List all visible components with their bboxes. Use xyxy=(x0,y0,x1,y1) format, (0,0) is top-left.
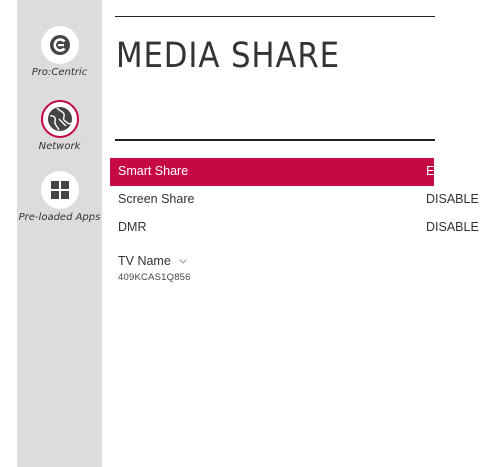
page-title: MEDIA SHARE xyxy=(116,36,341,76)
setting-label: Smart Share xyxy=(118,164,189,178)
sidebar-item-label: Network xyxy=(38,141,81,152)
setting-row-dmr[interactable]: DMR DISABLE xyxy=(110,214,489,242)
settings-list: Smart Share ENABLE Screen Share DISABLE … xyxy=(110,158,489,242)
setting-value: DISABLE xyxy=(426,220,479,234)
grid-icon xyxy=(40,171,79,209)
chevron-down-icon xyxy=(179,251,188,269)
sidebar-item-network[interactable]: Network xyxy=(17,100,102,152)
tv-name-value: 409KCAS1Q856 xyxy=(118,272,191,283)
setting-label: Screen Share xyxy=(118,192,195,206)
title-bottom-divider xyxy=(115,139,435,141)
sidebar-item-label: Pre-loaded Apps xyxy=(18,212,101,223)
setting-row-screen-share[interactable]: Screen Share DISABLE xyxy=(110,186,489,214)
setting-label: DMR xyxy=(118,220,147,234)
setting-row-smart-share[interactable]: Smart Share ENABLE xyxy=(110,158,434,186)
sidebar-item-procentric[interactable]: Pro:Centric xyxy=(17,26,102,78)
setting-value: DISABLE xyxy=(426,192,479,206)
sidebar: Pro:Centric Network Pre-loaded Apps xyxy=(17,0,102,467)
setting-value: ENABLE xyxy=(426,164,434,178)
sidebar-item-preloaded-apps[interactable]: Pre-loaded Apps xyxy=(17,171,102,223)
tv-name-setting[interactable]: TV Name 409KCAS1Q856 xyxy=(118,251,191,283)
tv-name-label: TV Name xyxy=(118,254,171,268)
sidebar-item-label: Pro:Centric xyxy=(31,67,88,78)
procentric-icon xyxy=(40,26,79,64)
title-top-divider xyxy=(115,16,435,17)
globe-icon xyxy=(40,100,79,138)
